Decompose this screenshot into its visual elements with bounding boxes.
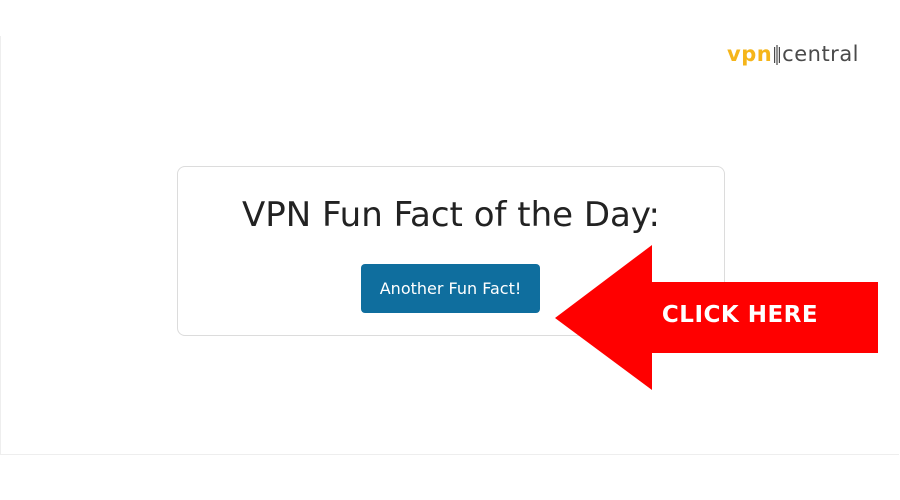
another-fun-fact-button[interactable]: Another Fun Fact! — [361, 264, 540, 313]
logo-vpn-text: vpn — [727, 42, 773, 66]
logo-separator-icon — [774, 44, 781, 65]
click-here-label: CLICK HERE — [661, 302, 819, 328]
vpncentral-logo: vpn central — [727, 44, 859, 65]
logo-central-text: central — [782, 42, 860, 66]
screenshot-stage: vpn central VPN Fun Fact of the Day: Ano… — [0, 0, 900, 500]
card-title: VPN Fun Fact of the Day: — [241, 195, 660, 235]
